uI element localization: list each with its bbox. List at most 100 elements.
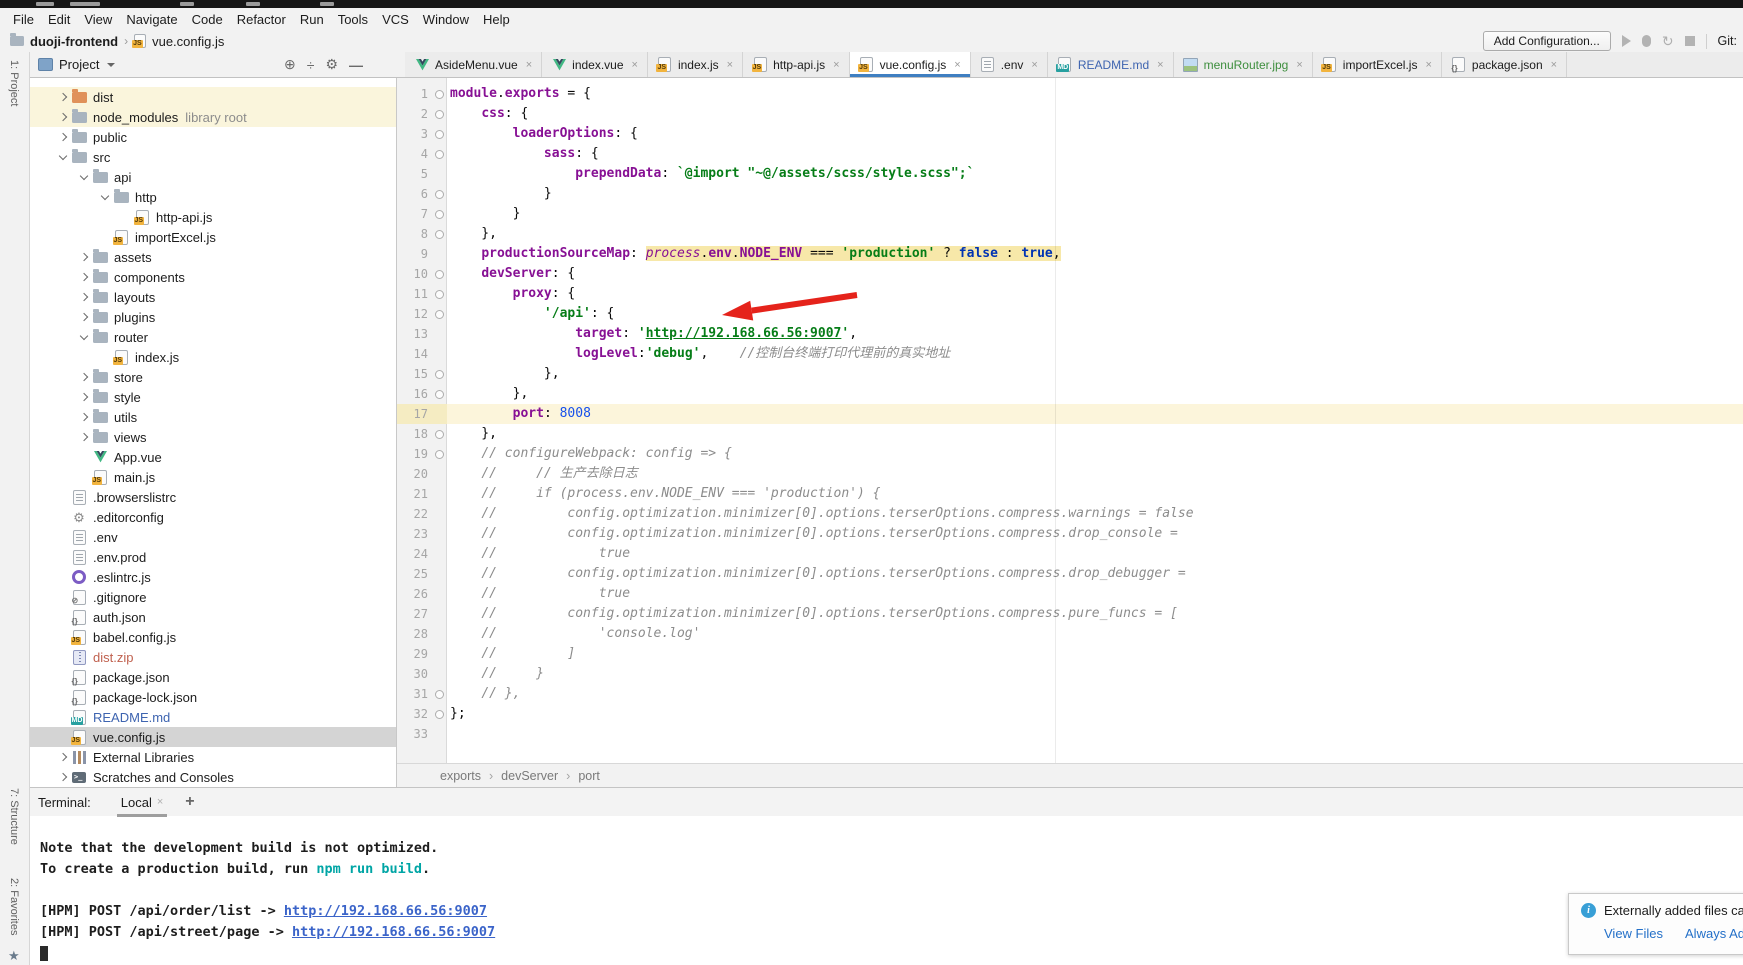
fold-marker-slot[interactable] <box>432 230 447 239</box>
editor-breadcrumb-devServer[interactable]: devServer <box>501 769 558 783</box>
fold-icon[interactable] <box>435 310 444 319</box>
tree-item-views[interactable]: views <box>30 427 396 447</box>
menu-help[interactable]: Help <box>476 12 517 27</box>
tree-item-api[interactable]: api <box>30 167 396 187</box>
menu-file[interactable]: File <box>6 12 41 27</box>
tree-item-.browserslistrc[interactable]: .browserslistrc <box>30 487 396 507</box>
chevron-right-icon[interactable] <box>76 394 92 400</box>
fold-marker-slot[interactable] <box>432 290 447 299</box>
tab-index.js[interactable]: JSindex.js× <box>648 52 743 77</box>
breadcrumb[interactable]: duoji-frontend › JS vue.config.js <box>0 34 224 49</box>
tree-item-.gitignore[interactable]: ⊘.gitignore <box>30 587 396 607</box>
menu-vcs[interactable]: VCS <box>375 12 416 27</box>
tab-AsideMenu.vue[interactable]: AsideMenu.vue× <box>405 52 542 77</box>
project-panel-title[interactable]: Project <box>59 57 99 72</box>
close-icon[interactable]: × <box>833 59 839 71</box>
fold-marker-slot[interactable] <box>432 710 447 719</box>
tab-menuRouter.jpg[interactable]: menuRouter.jpg× <box>1174 52 1313 77</box>
refresh-icon[interactable]: ↻ <box>1662 33 1674 50</box>
chevron-right-icon[interactable] <box>55 754 71 760</box>
fold-icon[interactable] <box>435 110 444 119</box>
close-icon[interactable]: × <box>632 59 638 71</box>
fold-marker-slot[interactable] <box>432 390 447 399</box>
close-icon[interactable]: × <box>727 59 733 71</box>
fold-icon[interactable] <box>435 230 444 239</box>
stripe-project-label[interactable]: 1: Project <box>8 60 20 106</box>
tree-item-index.js[interactable]: JSindex.js <box>30 347 396 367</box>
menu-refactor[interactable]: Refactor <box>230 12 293 27</box>
notification-action-view-files[interactable]: View Files <box>1604 926 1663 941</box>
fold-marker-slot[interactable] <box>432 430 447 439</box>
breadcrumb-file[interactable]: vue.config.js <box>152 34 224 49</box>
locate-file-icon[interactable]: ⊕ <box>284 56 296 73</box>
chevron-right-icon[interactable] <box>55 774 71 780</box>
tree-item-package.json[interactable]: {}package.json <box>30 667 396 687</box>
stripe-favorites-label[interactable]: 2: Favorites <box>8 878 20 935</box>
tab-README.md[interactable]: MDREADME.md× <box>1048 52 1174 77</box>
tab-package.json[interactable]: {}package.json× <box>1442 52 1567 77</box>
chevron-right-icon[interactable] <box>55 94 71 100</box>
tree-item-.env.prod[interactable]: .env.prod <box>30 547 396 567</box>
tree-item-http-api.js[interactable]: JShttp-api.js <box>30 207 396 227</box>
terminal-tab-local[interactable]: Local × <box>117 795 168 810</box>
tree-item-public[interactable]: public <box>30 127 396 147</box>
close-icon[interactable]: × <box>1296 59 1302 71</box>
tree-item-importExcel.js[interactable]: JSimportExcel.js <box>30 227 396 247</box>
new-terminal-icon[interactable]: + <box>185 793 194 811</box>
debug-icon[interactable] <box>1642 35 1651 47</box>
close-icon[interactable]: × <box>1425 59 1431 71</box>
menu-tools[interactable]: Tools <box>331 12 375 27</box>
tree-item-plugins[interactable]: plugins <box>30 307 396 327</box>
terminal-link[interactable]: http://192.168.66.56:9007 <box>284 903 487 919</box>
tree-item-style[interactable]: style <box>30 387 396 407</box>
tree-item-router[interactable]: router <box>30 327 396 347</box>
fold-icon[interactable] <box>435 430 444 439</box>
fold-marker-slot[interactable] <box>432 110 447 119</box>
tree-item-vue.config.js[interactable]: JSvue.config.js <box>30 727 396 747</box>
tree-item-dist[interactable]: dist <box>30 87 396 107</box>
fold-icon[interactable] <box>435 210 444 219</box>
tab-.env[interactable]: .env× <box>971 52 1048 77</box>
tab-vue.config.js[interactable]: JSvue.config.js× <box>850 52 971 77</box>
tree-item-main.js[interactable]: JSmain.js <box>30 467 396 487</box>
tree-item-assets[interactable]: assets <box>30 247 396 267</box>
tree-item-node_modules[interactable]: node_moduleslibrary root <box>30 107 396 127</box>
fold-marker-slot[interactable] <box>432 310 447 319</box>
close-icon[interactable]: × <box>157 796 163 808</box>
fold-icon[interactable] <box>435 290 444 299</box>
tree-item-README.md[interactable]: MDREADME.md <box>30 707 396 727</box>
tree-item-.env[interactable]: .env <box>30 527 396 547</box>
project-tree-panel[interactable]: distnode_moduleslibrary rootpublicsrcapi… <box>30 78 397 787</box>
hide-panel-icon[interactable]: — <box>349 57 363 73</box>
menu-run[interactable]: Run <box>293 12 331 27</box>
chevron-right-icon[interactable] <box>76 374 92 380</box>
fold-icon[interactable] <box>435 270 444 279</box>
tree-item-Scratches and Consoles[interactable]: >_Scratches and Consoles <box>30 767 396 787</box>
chevron-right-icon[interactable] <box>76 434 92 440</box>
tree-item-dist.zip[interactable]: dist.zip <box>30 647 396 667</box>
chevron-down-icon[interactable] <box>97 195 113 199</box>
fold-icon[interactable] <box>435 450 444 459</box>
fold-marker-slot[interactable] <box>432 130 447 139</box>
fold-icon[interactable] <box>435 370 444 379</box>
close-icon[interactable]: × <box>954 59 960 71</box>
chevron-down-icon[interactable] <box>76 175 92 179</box>
tree-item-utils[interactable]: utils <box>30 407 396 427</box>
tree-item-http[interactable]: http <box>30 187 396 207</box>
chevron-right-icon[interactable] <box>55 114 71 120</box>
tree-item-src[interactable]: src <box>30 147 396 167</box>
tree-item-store[interactable]: store <box>30 367 396 387</box>
collapse-all-icon[interactable]: ÷ <box>307 57 315 73</box>
terminal-link[interactable]: http://192.168.66.56:9007 <box>292 924 495 940</box>
fold-icon[interactable] <box>435 710 444 719</box>
fold-marker-slot[interactable] <box>432 270 447 279</box>
fold-marker-slot[interactable] <box>432 690 447 699</box>
stripe-structure-label[interactable]: 7: Structure <box>8 788 20 845</box>
fold-marker-slot[interactable] <box>432 210 447 219</box>
run-icon[interactable] <box>1622 35 1631 47</box>
menu-code[interactable]: Code <box>185 12 230 27</box>
project-panel-header[interactable]: Project ⊕ ÷ ⚙ — <box>30 52 405 77</box>
tab-index.vue[interactable]: index.vue× <box>542 52 648 77</box>
fold-marker-slot[interactable] <box>432 370 447 379</box>
tree-item-layouts[interactable]: layouts <box>30 287 396 307</box>
